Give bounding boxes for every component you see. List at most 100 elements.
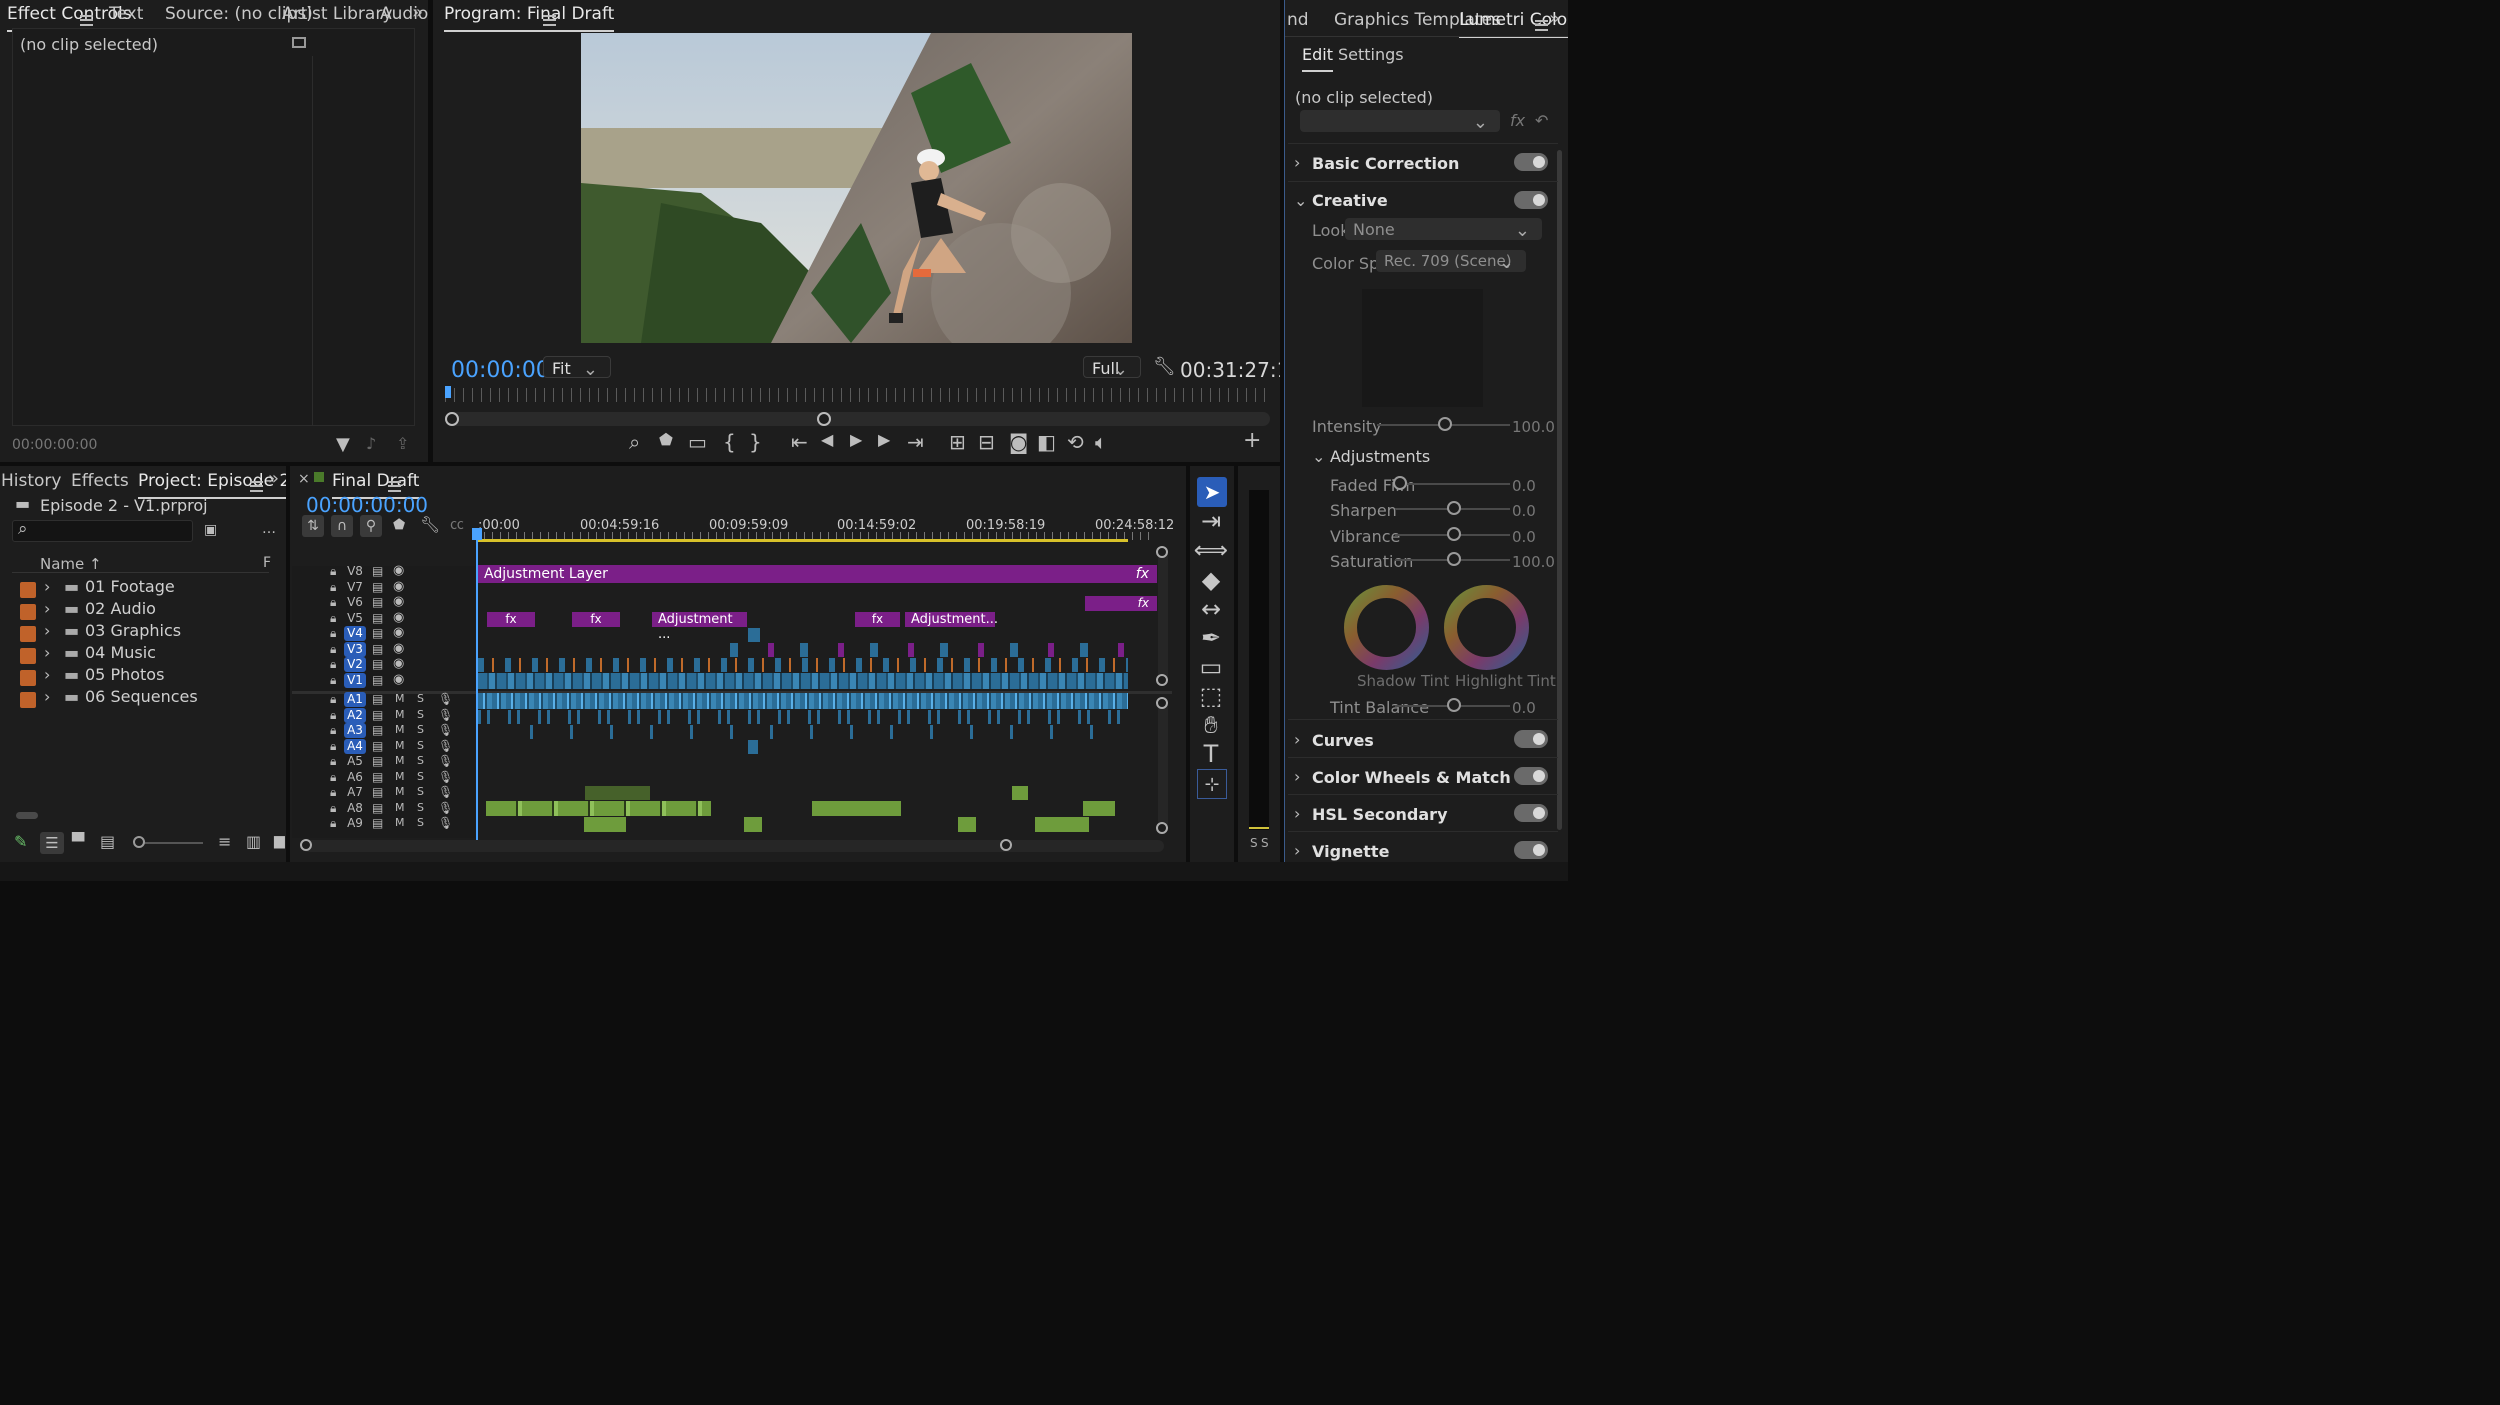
a8-clip[interactable] — [1083, 801, 1115, 816]
trash-icon[interactable]: ▆ — [274, 834, 285, 848]
lock-icon[interactable]: 🔒︎ — [330, 595, 336, 610]
program-video-frame[interactable] — [581, 33, 1132, 343]
go-to-out-icon[interactable]: ⇥ — [907, 432, 924, 452]
icon-view-icon[interactable]: ▀ — [72, 834, 84, 850]
voiceover-mic-icon[interactable]: 🎙︎ — [438, 770, 453, 784]
lock-icon[interactable]: 🔒︎ — [330, 657, 336, 672]
track-target-button[interactable]: V1 — [344, 672, 366, 688]
vibrance-knob[interactable] — [1447, 527, 1461, 541]
timeline-hscroll-left[interactable] — [300, 839, 312, 851]
a1-clips[interactable] — [478, 693, 1128, 709]
tab-text[interactable]: Text — [109, 4, 143, 24]
basic-correction-section[interactable]: Basic Correction — [1312, 154, 1459, 173]
adjustment-clip[interactable]: Adjustment ... — [652, 612, 747, 642]
track-target-button[interactable]: A9 — [344, 816, 366, 831]
tab-edit[interactable]: Edit — [1302, 45, 1333, 72]
sync-lock-icon[interactable]: ▤ — [372, 770, 383, 784]
freeform-view-icon[interactable]: ▤ — [100, 834, 115, 850]
lift-icon[interactable]: ⊞ — [949, 432, 966, 452]
track-target-button[interactable]: V7 — [344, 580, 366, 595]
sync-lock-icon[interactable]: ▤ — [372, 611, 383, 625]
intensity-knob[interactable] — [1438, 417, 1452, 431]
marker-icon[interactable]: ⬟ — [659, 432, 673, 448]
safe-margins-icon[interactable]: ▭ — [688, 432, 707, 452]
sort-icon[interactable]: ≡ — [218, 834, 231, 850]
vscroll-knob[interactable] — [1156, 546, 1168, 558]
eye-icon[interactable]: ◉ — [393, 656, 404, 671]
mute-button[interactable]: M — [395, 739, 405, 752]
add-marker-icon[interactable]: ⌕ — [629, 432, 640, 452]
mute-button[interactable]: M — [395, 785, 405, 798]
color-wheels-section[interactable]: Color Wheels & Match — [1312, 768, 1511, 787]
project-more-icon[interactable]: » — [268, 470, 279, 488]
meter-solo-label[interactable]: S — [1250, 836, 1258, 850]
a2-clips[interactable] — [478, 710, 1128, 724]
lock-icon[interactable]: 🔒︎ — [330, 692, 336, 707]
more-tabs-icon[interactable]: » — [412, 4, 423, 22]
label-color-swatch[interactable] — [20, 692, 36, 708]
track-target-button[interactable]: V5 — [344, 611, 366, 626]
v3-clips[interactable] — [730, 643, 1130, 657]
intensity-value[interactable]: 100.0 — [1512, 418, 1555, 436]
project-menu-icon[interactable] — [250, 480, 263, 492]
hsl-toggle[interactable] — [1514, 804, 1548, 822]
eye-icon[interactable]: ◉ — [393, 672, 404, 687]
sync-lock-icon[interactable]: ▤ — [372, 739, 383, 753]
color-wheels-toggle[interactable] — [1514, 767, 1548, 785]
look-preview[interactable] — [1362, 289, 1483, 407]
volume-icon[interactable]: 🔈︎ — [1095, 432, 1107, 452]
close-sequence-icon[interactable]: × — [298, 472, 310, 486]
step-back-icon[interactable]: ◀︎ — [821, 432, 833, 448]
go-to-in-icon[interactable]: ⇤ — [791, 432, 808, 452]
sync-lock-icon[interactable]: ▤ — [372, 708, 383, 722]
track-target-button[interactable]: A5 — [344, 754, 366, 769]
look-dropdown[interactable]: None — [1345, 218, 1542, 241]
solo-button[interactable]: S — [417, 754, 424, 767]
sharpen-value[interactable]: 0.0 — [1512, 502, 1536, 520]
program-menu-icon[interactable] — [543, 14, 556, 26]
lock-icon[interactable]: 🔒︎ — [330, 673, 336, 688]
track-target-button[interactable]: V4 — [344, 626, 366, 641]
tab-project[interactable]: Project: Episode 2 - V1 — [138, 471, 286, 499]
lumetri-scrollbar[interactable] — [1557, 150, 1562, 830]
pencil-icon[interactable]: ✎ — [14, 834, 27, 850]
adjustment-clip[interactable]: Adjustment... — [905, 612, 998, 627]
solo-button[interactable]: S — [417, 785, 424, 798]
track-target-button[interactable]: A1 — [344, 692, 366, 707]
meter-solo-label[interactable]: S — [1261, 836, 1269, 850]
col-f-header[interactable]: F — [263, 555, 271, 571]
faded-film-value[interactable]: 0.0 — [1512, 477, 1536, 495]
colorspace-dropdown[interactable]: Rec. 709 (Scene) — [1376, 250, 1526, 273]
project-search-input[interactable] — [12, 520, 193, 542]
v2-clips[interactable] — [478, 658, 1128, 672]
vignette-chevron-icon[interactable]: › — [1294, 841, 1300, 860]
settings-wrench-icon[interactable]: 🔧︎ — [1153, 358, 1176, 376]
track-target-button[interactable]: V6 — [344, 595, 366, 610]
panel-layout-icon[interactable] — [292, 37, 306, 48]
list-view-icon[interactable]: ☰ — [40, 832, 64, 854]
basic-correction-chevron-icon[interactable]: › — [1294, 153, 1300, 172]
track-target-button[interactable]: V3 — [344, 641, 366, 657]
fit-dropdown[interactable]: Fit — [543, 356, 611, 380]
highlight-tint-wheel[interactable] — [1443, 584, 1530, 671]
a3-clips[interactable] — [530, 725, 1110, 739]
comparison-view-icon[interactable]: ◧ — [1037, 432, 1056, 452]
a4-clips[interactable] — [748, 740, 758, 754]
sync-lock-icon[interactable]: ▤ — [372, 673, 383, 687]
play-audio-icon[interactable]: ♪ — [366, 436, 376, 452]
zoom-handle-left[interactable] — [445, 412, 459, 426]
eye-icon[interactable]: ◉ — [393, 579, 404, 594]
lumetri-menu-icon[interactable] — [1535, 19, 1548, 31]
vignette-section[interactable]: Vignette — [1312, 842, 1389, 861]
lock-icon[interactable]: 🔒︎ — [330, 816, 336, 831]
timeline-settings-icon[interactable]: 🔧︎ — [420, 517, 440, 533]
expand-chevron-icon[interactable]: › — [44, 577, 50, 596]
voiceover-mic-icon[interactable]: 🎙︎ — [438, 723, 453, 737]
play-icon[interactable]: ▶︎ — [850, 432, 862, 448]
tint-balance-knob[interactable] — [1447, 698, 1461, 712]
tab-settings[interactable]: Settings — [1338, 45, 1404, 64]
basic-correction-toggle[interactable] — [1514, 153, 1548, 171]
mute-button[interactable]: M — [395, 692, 405, 705]
snap-icon[interactable]: ∩ — [331, 515, 353, 537]
adjustment-clip[interactable]: fx — [1085, 596, 1157, 611]
